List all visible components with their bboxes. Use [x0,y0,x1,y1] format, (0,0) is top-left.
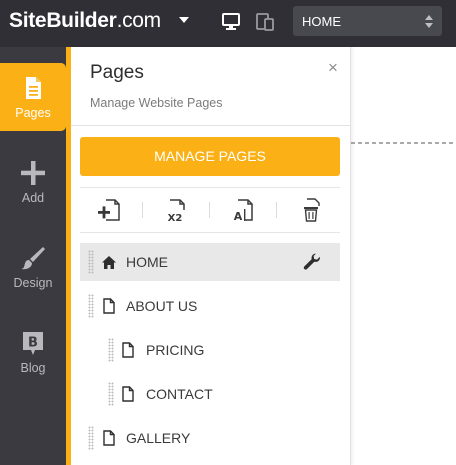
sidebar-item-label: Add [21,191,45,205]
manage-pages-button[interactable]: MANAGE PAGES [80,137,340,176]
svg-text:A: A [234,210,243,223]
page-icon [103,298,115,314]
page-label: GALLERY [126,430,191,446]
drag-handle[interactable] [88,250,94,274]
page-icon [26,77,41,99]
sidebar-item-label: Design [13,276,53,290]
updown-icon [425,15,433,28]
trash-icon[interactable] [298,196,324,224]
svg-text:B: B [28,336,38,351]
tool-separator [209,202,210,218]
page-row-about-us[interactable]: ABOUT US [80,287,340,325]
wrench-icon[interactable] [303,253,321,271]
caret-down-icon[interactable] [179,17,189,23]
drag-handle[interactable] [108,338,114,362]
brush-icon [21,247,45,270]
tool-separator [142,202,143,218]
divider [80,187,340,188]
page-row-contact[interactable]: CONTACT [80,375,340,413]
sidebar-item-design[interactable]: Design [0,233,66,301]
page-row-gallery[interactable]: GALLERY [80,419,340,457]
drag-handle[interactable] [108,382,114,406]
panel-subtitle: Manage Website Pages [90,96,223,110]
page-label: HOME [126,254,168,270]
divider [80,232,340,233]
page-label: ABOUT US [126,298,198,314]
sidebar-item-label: Pages [15,106,51,120]
sidebar-item-pages[interactable]: Pages [0,63,66,131]
page-label: CONTACT [146,386,213,402]
page-row-pricing[interactable]: PRICING [80,331,340,369]
close-button[interactable]: × [328,59,338,76]
blog-icon: B [23,332,43,355]
canvas-guide-line [351,142,456,144]
logo-name: SiteBuilder [9,9,117,32]
logo-tld: .com [116,9,162,32]
sidebar-item-blog[interactable]: B Blog [0,318,66,386]
page-label: PRICING [146,342,205,358]
home-icon [102,256,116,269]
tool-separator [276,202,277,218]
devices-icon[interactable] [256,12,274,32]
page-icon [103,430,115,446]
left-sidebar: Pages Add Design B Blog [0,47,66,465]
sidebar-item-label: Blog [20,361,46,375]
add-page-icon[interactable] [96,196,122,224]
top-bar: SiteBuilder.com HOME [0,0,456,47]
panel-title: Pages [90,62,144,83]
drag-handle[interactable] [88,294,94,318]
drag-handle[interactable] [88,426,94,450]
pages-panel: Pages Manage Website Pages × MANAGE PAGE… [71,47,351,465]
page-row-home[interactable]: HOME [80,243,340,281]
plus-icon [21,161,45,185]
svg-text:X2: X2 [168,213,183,224]
page-select[interactable]: HOME [293,6,442,36]
site-logo[interactable]: SiteBuilder.com [9,9,161,33]
page-icon [122,386,134,402]
page-select-value: HOME [302,14,341,29]
rename-page-icon[interactable]: A [230,196,256,224]
duplicate-page-icon[interactable]: X2 [162,196,188,224]
page-icon [122,342,134,358]
sidebar-item-add[interactable]: Add [0,148,66,216]
divider [71,125,350,126]
monitor-icon[interactable] [222,12,240,32]
